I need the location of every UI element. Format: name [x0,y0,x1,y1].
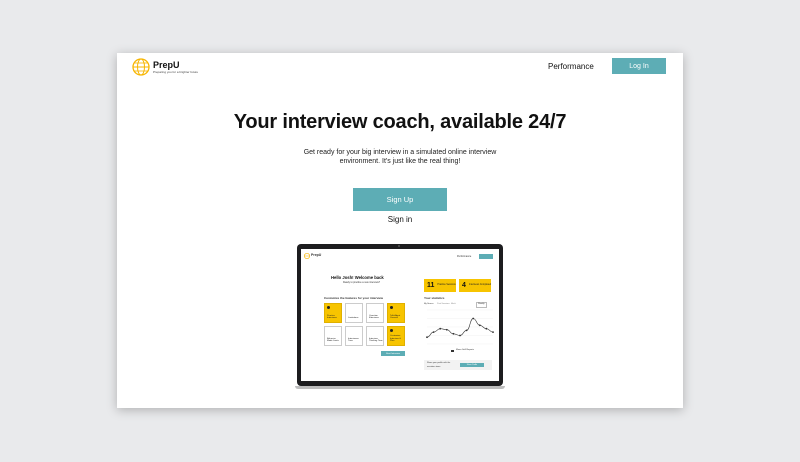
brand-tagline: Preparing you for a brighter future [153,70,199,74]
mini-stat-label: Interviews Completed [468,284,491,287]
login-button[interactable]: Log In [612,58,666,74]
mini-stats-tab: Past Sessions [437,303,450,305]
mini-chart-point [426,336,428,339]
mini-stat-label: Practice Sessions [437,284,456,287]
signin-link-label[interactable]: Sign in [388,215,412,224]
mini-chart-point [465,329,468,332]
tablet-mockup: PrepU Performance Hello Josh! Welcome ba… [297,244,503,386]
mini-stat-number: 11 [427,282,435,289]
mini-globe-icon [304,253,310,259]
mini-feature-card: Talk About Yourself [387,303,405,323]
tablet-screen: PrepU Performance Hello Josh! Welcome ba… [301,249,499,381]
mini-chart-line [426,318,494,338]
mini-share-button: Share Profile [460,363,484,367]
mini-stats-title: Your statistics [424,296,445,300]
globe-logo-icon [132,58,150,76]
mini-chart-point [492,331,494,333]
signup-button[interactable]: Sign Up [353,188,447,211]
mini-stat-interviews: 4 Interviews Completed [459,279,491,292]
mini-legend-swatch [451,350,454,352]
mini-stat-sessions: 11 Practice Sessions [424,279,456,292]
mini-statistics-chart [426,309,494,345]
hero-subtitle: Get ready for your big interview in a si… [303,149,497,165]
mini-stat-number: 4 [462,282,466,289]
mini-legend: Mean Self Reports [456,349,475,351]
brand-name: PrepU [153,60,180,70]
mini-chart-point [459,334,461,337]
mini-stats-tab: Mock [451,303,456,305]
mini-nav-link: Performance [457,255,472,258]
mini-chart-point [445,328,448,331]
mini-chart-point [472,317,475,320]
tablet-camera [398,245,400,247]
mini-chart-point [478,324,481,327]
hero-title: Your interview coach, available 24/7 [233,111,567,133]
mini-chart-point [439,327,442,330]
mini-feature-card: Customize Interview & Plan [387,326,405,346]
mini-chart-point [452,332,455,335]
mini-feature-card: Interview Thinking Time [366,326,384,346]
mini-feature-card: Question Interviews [366,303,384,323]
mini-greeting-sub: Ready to practice a new interview? [343,281,381,284]
mini-stats-tab: My Scores [424,303,434,305]
landing-page: PrepU Preparing you for a brighter futur… [117,53,683,408]
mini-chart-point [432,331,435,333]
mini-start-button: Start Interview [381,351,405,356]
mini-brand: PrepU [311,253,322,257]
mini-features-title: Customize the features for your intervie… [324,296,384,300]
mini-greeting: Hello Josh! Welcome back [331,275,384,280]
tablet-stand [295,386,505,389]
mini-nav-button [479,254,493,259]
signin-link[interactable]: Sign in [117,215,683,224]
mini-feature-card: Practice Interviews [324,303,342,323]
mini-chart-point [485,327,488,330]
mini-feature-card: Behavior Mode Limits [324,326,342,346]
nav-performance-link[interactable]: Performance [548,62,594,71]
mini-feature-card: Limitations [345,303,363,323]
brand-logo[interactable]: PrepU Preparing you for a brighter futur… [132,58,198,76]
mini-feature-card: Interviewer Time [345,326,363,346]
mini-share-text: Share your profile with the recruiters t… [427,362,451,368]
